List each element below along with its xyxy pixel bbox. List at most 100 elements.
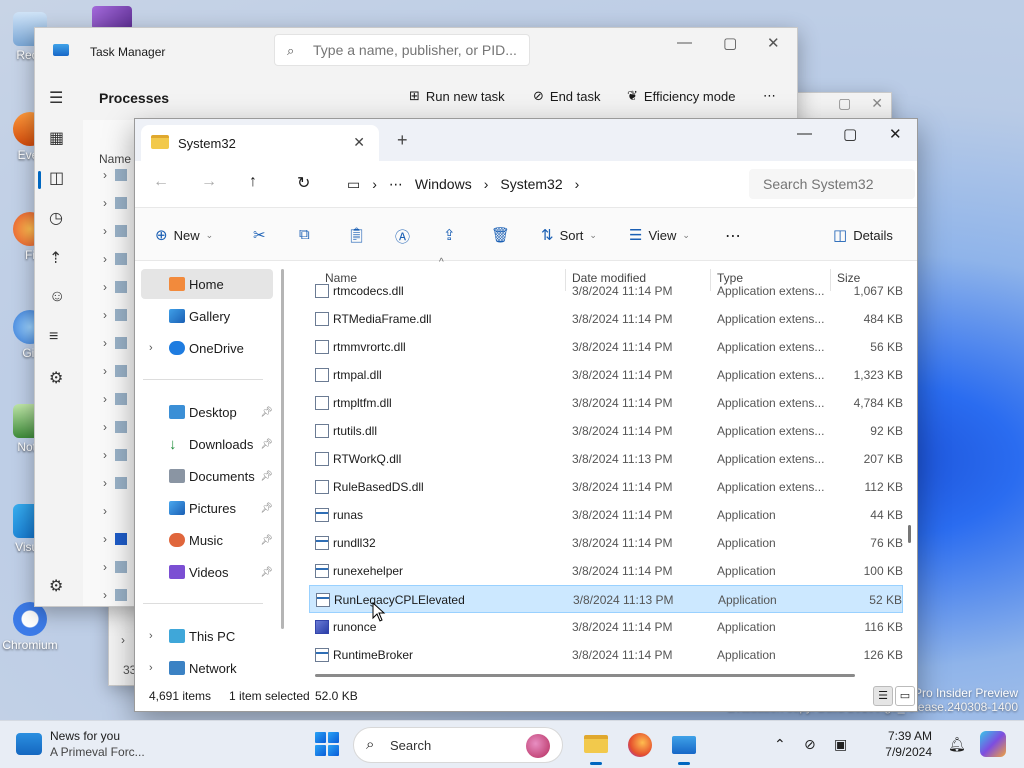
chevron-up-icon[interactable]: ⌃ (774, 736, 786, 753)
scrollbar[interactable] (281, 269, 284, 629)
close-icon[interactable]: ✕ (889, 125, 902, 143)
details-view-icon[interactable]: ☰ (873, 686, 893, 706)
run-new-task-button[interactable]: ⊞ Run new task (409, 88, 505, 104)
process-row[interactable]: › (103, 420, 127, 434)
nav-item-network[interactable]: › Network (141, 653, 273, 683)
chevron-right-icon[interactable]: › (149, 342, 153, 354)
file-row[interactable]: RunLegacyCPLElevated 3/8/2024 11:13 PM App… (309, 585, 903, 613)
tiles-view-icon[interactable]: ▭ (895, 686, 915, 706)
pin-icon[interactable]: 📌︎ (260, 407, 273, 418)
process-row[interactable]: › (103, 476, 127, 490)
horizontal-scrollbar[interactable] (315, 674, 855, 677)
file-row[interactable]: rtmpltfm.dll 3/8/2024 11:14 PM Application… (309, 389, 903, 417)
chevron-right-icon[interactable]: › (149, 630, 153, 642)
process-row[interactable]: › (103, 168, 127, 182)
file-explorer-taskbar-icon[interactable] (578, 727, 614, 765)
details-icon[interactable]: ≡ (49, 328, 58, 346)
chevron-right-icon[interactable]: › (372, 176, 377, 192)
pin-icon[interactable]: 📌︎ (260, 471, 273, 482)
services-icon[interactable]: ⚙ (49, 368, 63, 388)
network-status-icon[interactable]: ⊘ (804, 736, 816, 753)
cut-icon[interactable]: ✂ (253, 226, 266, 244)
efficiency-mode-button[interactable]: ❦ Efficiency mode (627, 88, 735, 104)
new-button[interactable]: ⊕ New ⌄ (155, 226, 213, 244)
task-manager-taskbar-icon[interactable] (666, 727, 702, 765)
copilot-icon[interactable] (980, 731, 1006, 757)
chevron-right-icon[interactable]: › (149, 662, 153, 674)
file-row[interactable]: runexehelper 3/8/2024 11:14 PM Application… (309, 557, 903, 585)
breadcrumb-item-system32[interactable]: System32 (500, 176, 562, 192)
task-manager-search[interactable]: ⌕ (274, 34, 530, 66)
process-row[interactable]: › (103, 308, 127, 322)
more-options-button[interactable]: ⋯ (763, 88, 776, 104)
notification-bell-icon[interactable]: 🔔︎ (948, 736, 966, 753)
nav-item-this-pc[interactable]: › This PC (141, 621, 273, 651)
file-explorer-window[interactable]: System32 ✕ + — ▢ ✕ ← → ↑ ↻ ▭ › ⋯ Windows… (134, 118, 918, 712)
file-row[interactable]: rundll32 3/8/2024 11:14 PM Application 76 K… (309, 529, 903, 557)
column-header-name[interactable]: Name (99, 152, 131, 166)
device-icon[interactable]: ▣ (834, 736, 847, 753)
nav-item-home[interactable]: Home (141, 269, 273, 299)
details-pane-button[interactable]: ◫ Details (833, 226, 893, 244)
taskbar-search[interactable]: ⌕ Search (353, 727, 563, 763)
nav-item-documents[interactable]: Documents 📌︎ (141, 461, 273, 491)
pin-icon[interactable]: 📌︎ (260, 503, 273, 514)
sort-button[interactable]: ⇅ Sort ⌄ (541, 226, 597, 244)
process-row[interactable]: › (103, 364, 127, 378)
share-icon[interactable]: ⇪ (443, 226, 456, 244)
back-icon[interactable]: ← (153, 173, 169, 191)
processes-icon[interactable]: ▦ (49, 128, 64, 148)
app-history-icon[interactable]: ◷ (49, 208, 63, 228)
minimize-icon[interactable]: — (677, 34, 692, 51)
explorer-search-input[interactable] (763, 176, 903, 192)
file-row[interactable]: RuleBasedDS.dll 3/8/2024 11:14 PM Applicat… (309, 473, 903, 501)
explorer-search[interactable] (749, 169, 915, 199)
more-options-button[interactable]: ⋯ (725, 226, 741, 246)
process-row[interactable]: › (103, 280, 127, 294)
new-tab-button[interactable]: + (397, 130, 408, 151)
nav-item-desktop[interactable]: Desktop 📌︎ (141, 397, 273, 427)
process-row[interactable]: › (103, 224, 127, 238)
forward-icon[interactable]: → (201, 173, 217, 191)
nav-item-onedrive[interactable]: › OneDrive (141, 333, 273, 363)
delete-icon[interactable]: 🗑︎ (491, 226, 510, 244)
rename-icon[interactable]: Ⓐ (395, 226, 410, 247)
settings-icon[interactable]: ⚙ (49, 576, 63, 596)
refresh-icon[interactable]: ↻ (297, 173, 310, 193)
chevron-right-icon[interactable]: › (484, 176, 489, 192)
nav-item-pictures[interactable]: Pictures 📌︎ (141, 493, 273, 523)
breadcrumb-item-windows[interactable]: Windows (415, 176, 472, 192)
chevron-right-icon[interactable]: › (575, 176, 580, 192)
desktop-icon-chromium[interactable]: Chromium (0, 602, 60, 652)
minimize-icon[interactable]: — (797, 125, 812, 142)
file-row[interactable]: rtmmvrortc.dll 3/8/2024 11:14 PM Applicati… (309, 333, 903, 361)
process-row[interactable]: › (103, 448, 127, 462)
process-row[interactable]: › (103, 504, 107, 518)
start-button[interactable] (315, 732, 339, 756)
file-row[interactable]: runas 3/8/2024 11:14 PM Application 44 KB (309, 501, 903, 529)
process-row[interactable]: › (103, 588, 127, 602)
file-row[interactable]: runonce 3/8/2024 11:14 PM Application 116 K… (309, 613, 903, 641)
pin-icon[interactable]: 📌︎ (260, 439, 273, 450)
close-icon[interactable]: ✕ (871, 95, 883, 112)
task-manager-search-input[interactable] (313, 42, 523, 58)
clock[interactable]: 7:39 AM 7/9/2024 (882, 728, 932, 760)
view-button[interactable]: ☰ View ⌄ (629, 226, 690, 244)
file-row[interactable]: rtutils.dll 3/8/2024 11:14 PM Application … (309, 417, 903, 445)
process-row[interactable]: › (103, 532, 127, 546)
nav-item-downloads[interactable]: ↓ Downloads 📌︎ (141, 429, 273, 459)
scrollbar[interactable] (908, 525, 911, 543)
copy-icon[interactable]: ⧉ (299, 226, 310, 243)
close-tab-icon[interactable]: ✕ (353, 134, 365, 151)
maximize-icon[interactable]: ▢ (838, 95, 851, 112)
breadcrumb[interactable]: ▭ › ⋯ Windows › System32 › (335, 169, 745, 199)
users-icon[interactable]: ☺ (49, 288, 65, 306)
pin-icon[interactable]: 📌︎ (260, 567, 273, 578)
end-task-button[interactable]: ⊘ End task (533, 88, 601, 104)
process-row[interactable]: › (103, 560, 127, 574)
pin-icon[interactable]: 📌︎ (260, 535, 273, 546)
paste-icon[interactable]: 📋︎ (347, 226, 366, 244)
file-row[interactable]: RuntimeBroker 3/8/2024 11:14 PM Applicatio… (309, 641, 903, 669)
process-row[interactable]: › (103, 392, 127, 406)
file-row[interactable]: RTMediaFrame.dll 3/8/2024 11:14 PM Applica… (309, 305, 903, 333)
